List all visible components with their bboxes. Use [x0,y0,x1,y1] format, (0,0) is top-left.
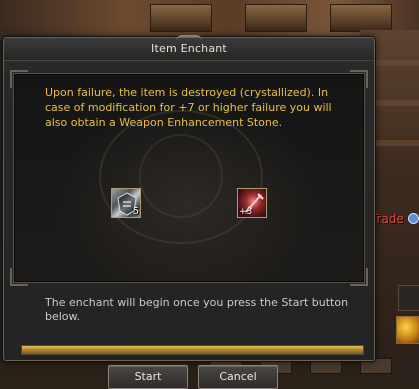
enchant-progress-bar [21,345,364,355]
start-button[interactable]: Start [108,365,188,389]
dialog-titlebar[interactable]: Item Enchant [4,35,374,61]
dialog-title: Item Enchant [151,42,227,55]
enchant-level-badge: +3 [239,207,253,217]
corner-ornament [10,268,28,286]
target-item-slot[interactable]: +3 [237,188,267,218]
enchant-scroll-slot[interactable]: 5 [111,188,141,218]
npc-status-icon [408,213,419,224]
background-beams [0,0,419,40]
anvil-emblem-inner [139,134,223,218]
failure-warning-text: Upon failure, the item is destroyed (cry… [45,86,332,129]
scroll-count: 5 [132,206,139,217]
hotbar-item-icon[interactable] [396,316,419,344]
cancel-button[interactable]: Cancel [198,365,278,389]
item-enchant-dialog: Item Enchant Upon failure, the item is d… [3,35,375,389]
instruction-text: The enchant will begin once you press th… [45,296,349,323]
corner-ornament [350,268,368,286]
hotbar-slot[interactable] [398,285,419,311]
progress-fill [22,346,363,354]
corner-ornament [350,70,368,88]
corner-ornament [10,70,28,88]
